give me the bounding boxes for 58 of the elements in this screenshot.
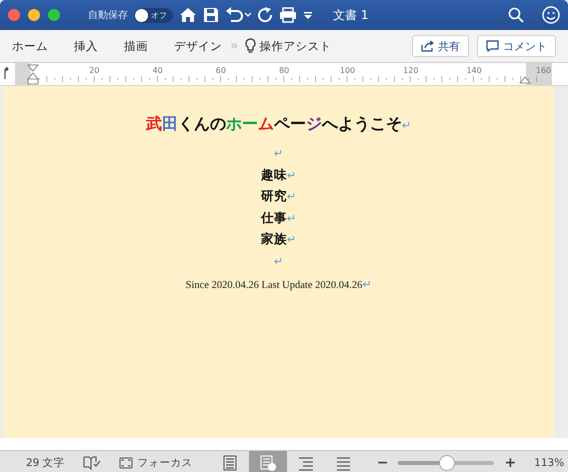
word-count[interactable]: 29 文字: [26, 456, 65, 470]
view-button[interactable]: [248, 451, 287, 472]
printer-icon[interactable]: [279, 7, 297, 23]
document-heading: 武田 くんのホームページへようこそ↵: [146, 114, 412, 135]
ruler-label: 120: [403, 66, 418, 75]
tab-stop-icon[interactable]: [4, 66, 9, 80]
ribbon-tab[interactable]: デザイン: [174, 38, 222, 54]
share-button[interactable]: 共有: [412, 35, 469, 57]
autosave-label: 自動保存: [88, 9, 128, 22]
paragraph-mark: ↵: [274, 146, 284, 162]
indent-marker[interactable]: [519, 76, 531, 84]
window-title: 文書 1: [333, 6, 368, 24]
ruler-label: 160: [536, 66, 552, 75]
proofing-icon[interactable]: [82, 456, 101, 470]
share-icon: [421, 40, 434, 52]
redo-icon[interactable]: [257, 7, 273, 23]
ruler[interactable]: 20 40 60 80 100 120 140 160: [0, 63, 568, 86]
comment-icon: [486, 40, 499, 52]
minimize-button[interactable]: [28, 9, 40, 21]
tell-me-field[interactable]: 操作アシスト: [260, 38, 332, 54]
ruler-label: 40: [152, 66, 163, 75]
customize-icon[interactable]: [303, 10, 313, 20]
search-icon[interactable]: [508, 7, 524, 23]
smiley-icon[interactable]: [542, 6, 560, 24]
document-page[interactable]: 武田 くんのホームページへようこそ↵ ↵ 趣味↵ 研究↵ 仕事↵ 家族↵ ↵ Since 2020.04.26 Last Update 2020.04.26↵: [3, 86, 554, 438]
zoom-out-button[interactable]: −: [376, 455, 388, 471]
autosave-toggle[interactable]: オフ: [134, 8, 173, 22]
focus-button[interactable]: フォーカス: [118, 456, 193, 470]
view-icon: [260, 455, 276, 471]
heading-item: 趣味↵: [260, 166, 296, 184]
heading-item: 研究↵: [260, 187, 296, 205]
ruler-label: 20: [89, 66, 100, 75]
heading-item: 家族↵: [260, 230, 296, 248]
paragraph-mark: ↵: [274, 254, 284, 270]
view-icon: [336, 455, 352, 471]
ruler-label: 60: [216, 66, 226, 75]
view-icon: [222, 455, 238, 471]
ruler-label: 100: [340, 66, 356, 75]
close-button[interactable]: [8, 9, 20, 21]
home-icon[interactable]: [179, 7, 197, 23]
view-icon: [298, 455, 314, 471]
ruler-label: 140: [466, 66, 482, 75]
ribbon-tab[interactable]: 描画: [124, 38, 148, 54]
zoom-in-button[interactable]: +: [504, 455, 516, 471]
zoom-percent[interactable]: 113%: [534, 457, 564, 469]
zoom-button[interactable]: [48, 9, 60, 21]
indent-marker[interactable]: [27, 64, 39, 84]
heading-item: 仕事↵: [260, 208, 296, 226]
frame-icon: [118, 457, 133, 469]
lightbulb-icon[interactable]: [244, 38, 256, 54]
ruler-label: 80: [279, 66, 290, 75]
ribbon-tab[interactable]: ホーム: [12, 38, 48, 54]
footer-line: Since 2020.04.26 Last Update 2020.04.26↵: [186, 278, 372, 291]
zoom-slider[interactable]: [398, 455, 494, 471]
undo-icon[interactable]: [225, 7, 251, 23]
save-icon[interactable]: [203, 7, 219, 23]
ribbon-tab[interactable]: 挿入: [74, 38, 98, 54]
comment-button[interactable]: コメント: [477, 35, 556, 57]
